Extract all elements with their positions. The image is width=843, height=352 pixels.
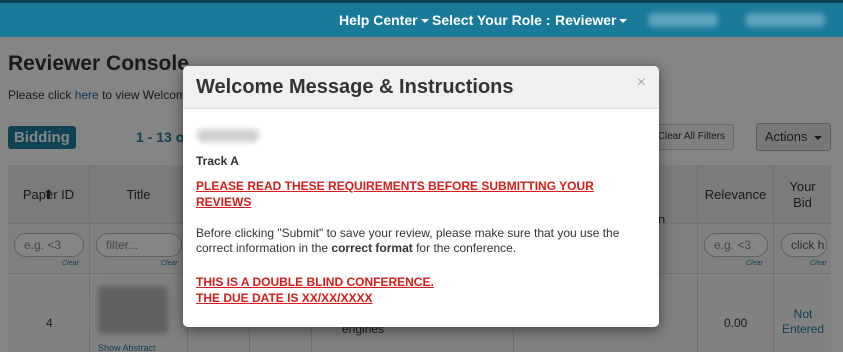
help-center-label: Help Center: [339, 12, 418, 28]
chevron-down-icon: [619, 19, 628, 24]
role-dropdown[interactable]: Reviewer: [555, 12, 628, 28]
double-blind-notice: THIS IS A DOUBLE BLIND CONFERENCE.: [196, 275, 434, 289]
welcome-modal: Welcome Message & Instructions × Track A…: [183, 66, 659, 327]
select-role-label: Select Your Role :: [432, 12, 551, 28]
role-label: Reviewer: [555, 12, 617, 28]
instructions-text: Before clicking "Submit" to save your re…: [196, 226, 646, 256]
notice-block: THIS IS A DOUBLE BLIND CONFERENCE. THE D…: [196, 274, 636, 306]
due-date-notice: THE DUE DATE IS XX/XX/XXXX: [196, 291, 373, 305]
modal-title: Welcome Message & Instructions: [196, 76, 514, 98]
conference-name-redacted: [197, 129, 259, 142]
requirements-heading: PLEASE READ THESE REQUIREMENTS BEFORE SU…: [196, 179, 594, 209]
user-menu-redacted[interactable]: [745, 13, 825, 27]
modal-header: Welcome Message & Instructions ×: [183, 66, 659, 109]
chevron-down-icon: [420, 19, 429, 24]
track-label: Track A: [196, 154, 239, 168]
top-nav-bar: Help Center Select Your Role : Reviewer: [0, 0, 843, 37]
instructions-text-bold: correct format: [331, 241, 413, 255]
instructions-text-part-2: for the conference.: [412, 241, 517, 255]
help-center-menu[interactable]: Help Center: [339, 12, 429, 28]
user-name-redacted[interactable]: [648, 13, 718, 27]
close-icon[interactable]: ×: [637, 74, 646, 92]
